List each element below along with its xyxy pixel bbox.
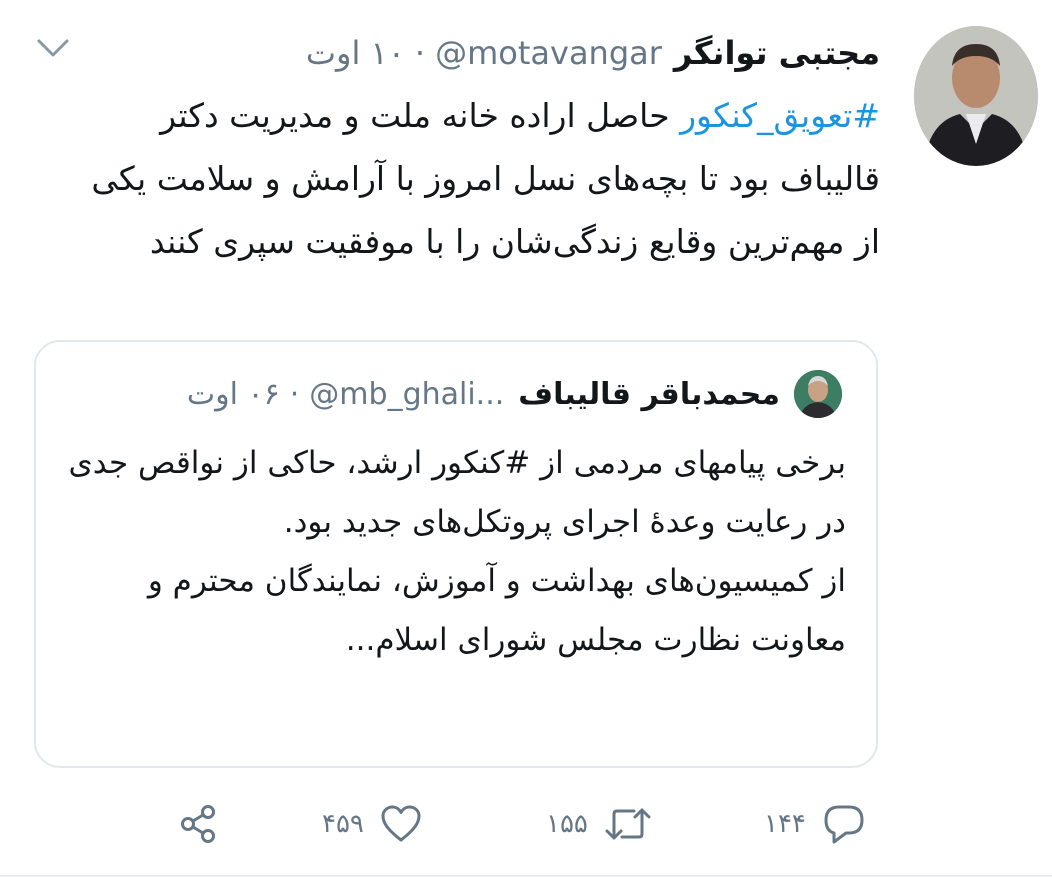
quoted-author-avatar [794,370,842,418]
hashtag-link[interactable]: #تعویق_کنکور [680,96,880,135]
author-meta: @motavangar · ۱۰ اوت [306,34,662,72]
author-avatar[interactable] [914,26,1038,166]
author-handle[interactable]: @motavangar [435,34,662,72]
quoted-display-name[interactable]: محمدباقر قالیباف [518,377,780,412]
retweet-count: ۱۵۵ [546,809,588,839]
quoted-meta-separator: · [289,376,300,412]
chevron-down-icon[interactable] [36,36,70,60]
quoted-tweet[interactable]: محمدباقر قالیباف @mb_ghali... · ۰۶ اوت ب… [34,340,878,768]
retweet-button[interactable]: ۱۵۵ [546,794,652,854]
quoted-handle[interactable]: @mb_ghali... [309,377,504,412]
tweet-text: #تعویق_کنکور حاصل اراده خانه ملت و مدیری… [90,84,880,273]
tweet-timestamp[interactable]: ۱۰ اوت [306,34,405,72]
share-button[interactable] [178,794,220,854]
like-count: ۴۵۹ [322,809,364,839]
tweet-header: مجتبی توانگر @motavangar · ۱۰ اوت [306,28,880,78]
quoted-paragraph-2: از کمیسیون‌های بهداشت و آموزش، نمایندگان… [147,563,846,658]
author-display-name[interactable]: مجتبی توانگر [674,34,880,72]
heart-icon [380,804,422,844]
retweet-icon [604,804,652,844]
quoted-tweet-text: برخی پیامهای مردمی از #کنکور ارشد، حاکی … [66,434,846,670]
meta-separator: · [414,34,426,72]
quoted-paragraph-1: برخی پیامهای مردمی از #کنکور ارشد، حاکی … [68,445,846,540]
like-button[interactable]: ۴۵۹ [322,794,422,854]
quoted-timestamp: ۰۶ اوت [186,376,280,412]
tweet[interactable]: مجتبی توانگر @motavangar · ۱۰ اوت #تعویق… [0,0,1052,877]
quoted-tweet-header: محمدباقر قالیباف @mb_ghali... · ۰۶ اوت [187,364,842,424]
tweet-actions: ۴۵۹ ۱۵۵ ۱۴۴ [0,794,1052,854]
share-icon [178,803,220,845]
reply-button[interactable]: ۱۴۴ [764,794,866,854]
reply-icon [822,803,866,845]
reply-count: ۱۴۴ [764,809,806,839]
quoted-meta: @mb_ghali... · ۰۶ اوت [187,377,504,412]
